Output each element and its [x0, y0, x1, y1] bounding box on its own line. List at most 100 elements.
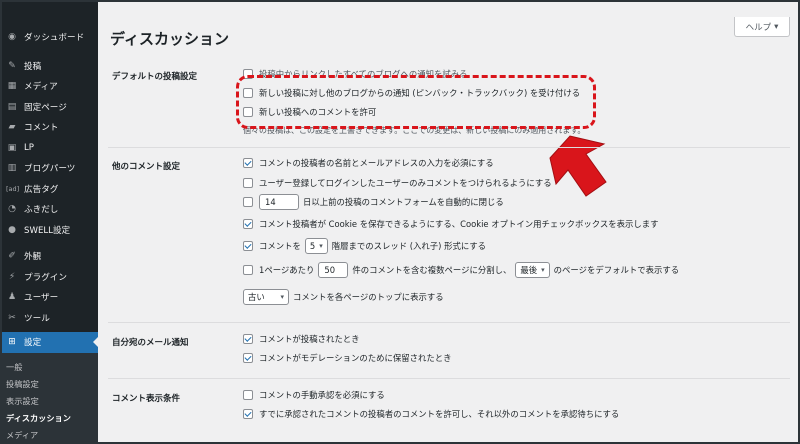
option-comment-order: 古い ▾ コメントを各ページのトップに表示する [243, 289, 444, 305]
sidebar-item-label: ツール [24, 313, 50, 324]
sidebar-item-label: プラグイン [24, 272, 67, 283]
sidebar-item-label: LP [24, 142, 34, 153]
email-anyone-posts-label: コメントが投稿されたとき [259, 334, 360, 344]
comment-order-select[interactable]: 古い ▾ [243, 289, 289, 305]
thread-depth-select[interactable]: 5 ▾ [304, 238, 328, 254]
page-title: ディスカッション [110, 30, 229, 48]
tools-icon: ✂ [8, 312, 16, 323]
require-name-email-checkbox[interactable] [243, 158, 253, 168]
manual-approval-label: コメントの手動承認を必須にする [259, 390, 385, 400]
chevron-down-icon: ▾ [774, 21, 779, 32]
chevron-down-icon: ▾ [319, 242, 323, 250]
option-manual-approval: コメントの手動承認を必須にする [243, 389, 385, 401]
sidebar-item-appearance[interactable]: ✐ 外観 [0, 246, 98, 267]
close-comments-days-input[interactable]: 14 [259, 194, 299, 210]
paged-comments-checkbox[interactable] [243, 265, 253, 275]
sidebar-item-media[interactable]: ▦ メディア [0, 76, 98, 97]
sidebar-item-balloon[interactable]: ◔ ふきだし [0, 199, 98, 220]
email-anyone-posts-checkbox[interactable] [243, 334, 253, 344]
option-threaded-comments: コメントを 5 ▾ 階層までのスレッド (入れ子) 形式にする [243, 238, 486, 254]
comments-per-page-input[interactable]: 50 [318, 262, 349, 278]
sidebar-item-ad-tag[interactable]: [ad] 広告タグ [0, 179, 98, 200]
close-comments-checkbox[interactable] [243, 197, 253, 207]
sidebar-item-plugins[interactable]: ⚡ プラグイン [0, 267, 98, 288]
swell-icon: ● [8, 224, 16, 235]
annotation-arrow-icon [549, 135, 607, 197]
submenu-item-discussion[interactable]: ディスカッション [0, 410, 98, 427]
sidebar-item-label: ふきだし [24, 205, 59, 216]
section-divider [108, 147, 790, 148]
email-held-moderation-label: コメントがモデレーションのために保留されたとき [259, 353, 452, 363]
appearance-icon: ✐ [8, 251, 16, 262]
threaded-comments-checkbox[interactable] [243, 241, 253, 251]
plugin-icon: ⚡ [8, 271, 16, 282]
sidebar-item-pages[interactable]: ▤ 固定ページ [0, 97, 98, 118]
sidebar-item-comments[interactable]: ▰ コメント [0, 117, 98, 138]
active-indicator [93, 337, 98, 347]
option-registration-required: ユーザー登録してログインしたユーザーのみコメントをつけられるようにする [243, 177, 552, 189]
sidebar-item-label: 固定ページ [24, 102, 67, 113]
option-paged-comments: 1ページあたり 50 件のコメントを含む複数ページに分割し、 最後 ▾ のページ… [243, 262, 679, 278]
section-divider [108, 378, 790, 379]
annotation-highlight-box [236, 75, 596, 129]
sidebar-item-label: メディア [24, 82, 58, 93]
chevron-down-icon: ▾ [541, 266, 545, 274]
cookies-opt-in-label: コメント投稿者が Cookie を保存できるようにする、Cookie オプトイン… [259, 219, 659, 229]
blog-parts-icon: ▥ [7, 163, 17, 174]
sidebar-item-lp[interactable]: ▣ LP [0, 138, 98, 159]
sidebar-item-blog-parts[interactable]: ▥ ブログパーツ [0, 158, 98, 179]
dashboard-icon: ◉ [8, 32, 16, 43]
submenu-item-reading[interactable]: 表示設定 [0, 393, 98, 410]
option-require-name-email: コメントの投稿者の名前とメールアドレスの入力を必須にする [243, 157, 494, 169]
sidebar-item-users[interactable]: ♟ ユーザー [0, 287, 98, 308]
pin-icon: ✎ [8, 60, 16, 71]
sidebar-item-swell[interactable]: ● SWELL設定 [0, 220, 98, 241]
sidebar-item-label: ブログパーツ [24, 164, 76, 175]
ad-tag-icon: [ad] [6, 184, 20, 193]
paged-prefix-label: 1ページあたり [259, 265, 315, 275]
manual-approval-checkbox[interactable] [243, 390, 253, 400]
previously-approved-checkbox[interactable] [243, 409, 253, 419]
option-email-held-moderation: コメントがモデレーションのために保留されたとき [243, 352, 451, 364]
threaded-prefix-label: コメントを [259, 241, 301, 251]
registration-required-label: ユーザー登録してログインしたユーザーのみコメントをつけられるようにする [259, 178, 552, 188]
media-icon: ▦ [7, 81, 17, 92]
email-held-moderation-checkbox[interactable] [243, 353, 253, 363]
submenu-item-media[interactable]: メディア [0, 427, 98, 444]
settings-submenu: 一般 投稿設定 表示設定 ディスカッション メディア [0, 352, 98, 444]
paged-suffix-label: のページをデフォルトで表示する [553, 265, 680, 275]
default-page-value: 最後 [520, 265, 538, 275]
default-page-select[interactable]: 最後 ▾ [515, 262, 550, 278]
sidebar-item-label: 広告タグ [24, 184, 59, 195]
close-comments-label: 日以上前の投稿のコメントフォームを自動的に閉じる [303, 197, 504, 207]
lp-icon: ▣ [7, 142, 17, 153]
section-label-default-post: デフォルトの投稿設定 [112, 72, 198, 82]
comment-icon: ▰ [8, 122, 16, 133]
cookies-opt-in-checkbox[interactable] [243, 219, 253, 229]
option-email-anyone-posts: コメントが投稿されたとき [243, 333, 360, 345]
sidebar-item-label: 設定 [24, 338, 42, 349]
threaded-suffix-label: 階層までのスレッド (入れ子) 形式にする [331, 241, 487, 251]
sidebar-item-label: SWELL設定 [24, 225, 71, 236]
section-label-before-comment: コメント表示条件 [112, 394, 181, 404]
help-label: ヘルプ [745, 22, 772, 33]
section-label-other-comments: 他のコメント設定 [112, 162, 181, 172]
previously-approved-label: すでに承認されたコメントの投稿者のコメントを許可し、それ以外のコメントを承認待ち… [259, 409, 620, 419]
require-name-email-label: コメントの投稿者の名前とメールアドレスの入力を必須にする [259, 158, 494, 168]
registration-required-checkbox[interactable] [243, 178, 253, 188]
page-icon: ▤ [7, 101, 17, 112]
sidebar-item-label: ダッシュボード [24, 33, 85, 44]
sidebar-item-dashboard[interactable]: ◉ ダッシュボード [0, 27, 98, 48]
submenu-item-general[interactable]: 一般 [0, 359, 98, 376]
section-label-email-me: 自分宛のメール通知 [112, 338, 189, 348]
submenu-item-writing[interactable]: 投稿設定 [0, 376, 98, 393]
sidebar-item-tools[interactable]: ✂ ツール [0, 308, 98, 329]
help-button[interactable]: ヘルプ ▾ [734, 17, 790, 37]
sidebar-item-posts[interactable]: ✎ 投稿 [0, 56, 98, 77]
balloon-icon: ◔ [8, 204, 16, 215]
section-divider [108, 322, 790, 323]
sidebar-item-label: ユーザー [24, 293, 59, 304]
option-cookies-opt-in: コメント投稿者が Cookie を保存できるようにする、Cookie オプトイン… [243, 218, 659, 230]
admin-sidebar: ◉ ダッシュボード ✎ 投稿 ▦ メディア ▤ 固定ページ ▰ コメント ▣ L… [0, 0, 98, 444]
sidebar-item-settings[interactable]: ⊞ 設定 [0, 332, 98, 353]
